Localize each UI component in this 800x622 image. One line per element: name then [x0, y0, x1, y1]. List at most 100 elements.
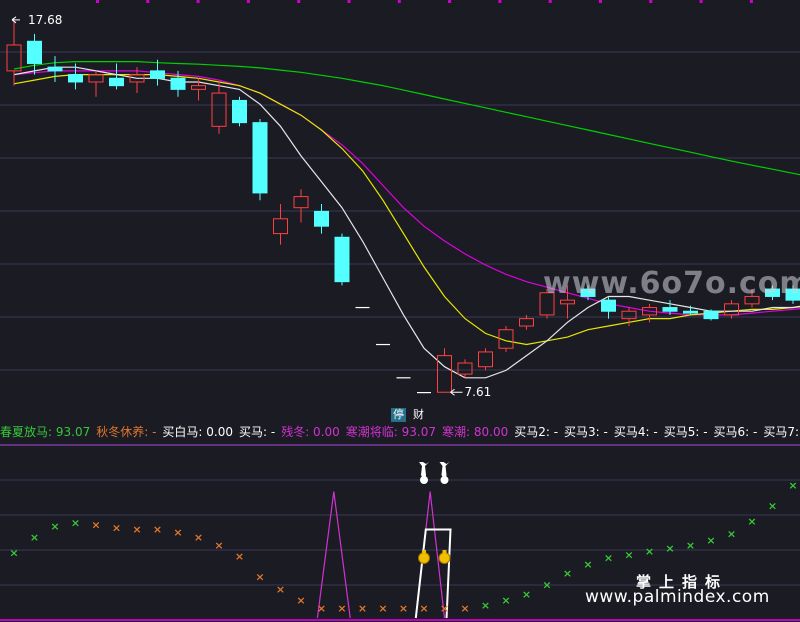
- x-marker: ×: [91, 518, 100, 531]
- x-marker: ×: [30, 531, 39, 544]
- candle-body: [211, 92, 227, 127]
- candle-body: [478, 351, 493, 368]
- candle-body: [232, 99, 247, 124]
- candle-body: [457, 362, 473, 375]
- candle: [724, 300, 739, 319]
- ma-yellow-line: [13, 73, 800, 346]
- candle-body: [703, 310, 719, 320]
- legend-item: 买马7: -: [763, 425, 800, 439]
- low-price-label: 7.61: [465, 385, 492, 399]
- x-marker: ×: [153, 523, 162, 536]
- candle-body: [683, 310, 698, 314]
- legend-item: 买白马: 0.00: [162, 425, 233, 439]
- x-marker: ×: [317, 602, 326, 615]
- candle-body: [334, 236, 350, 283]
- candle: [27, 33, 42, 75]
- x-marker: ×: [9, 547, 18, 560]
- x-marker: ×: [296, 594, 305, 607]
- x-marker: ×: [112, 521, 121, 534]
- x-marker: ×: [747, 515, 756, 528]
- marker-dot: [749, 0, 753, 3]
- top-magenta-dots: [96, 0, 753, 3]
- x-marker: ×: [71, 517, 80, 530]
- x-marker: ×: [481, 599, 490, 612]
- chart-canvas: 17.68 7.61 × × × × × × × × × × × × × × × × × × × × × × × × × × × × × ×…: [0, 0, 800, 621]
- legend-item: 残冬: 0.00: [281, 425, 340, 439]
- marker-dot: [397, 0, 401, 3]
- high-price-label: 17.68: [28, 13, 62, 27]
- low-arrow: [450, 388, 463, 396]
- marker-dot: [498, 0, 502, 3]
- candle-body: [293, 196, 309, 209]
- candle-body: [68, 74, 83, 83]
- candle: [293, 189, 309, 223]
- x-marker: ×: [788, 479, 797, 492]
- marker-dot: [448, 0, 452, 3]
- legend-item: 寒潮将临: 93.07: [345, 425, 436, 439]
- candle-body: [47, 66, 63, 72]
- candle-body: [88, 74, 104, 83]
- x-marker: ×: [235, 550, 244, 563]
- candle: [314, 204, 329, 234]
- marker-dot: [649, 0, 653, 3]
- cai-tag: 财: [413, 408, 424, 421]
- x-marker: ×: [522, 588, 531, 601]
- candle-body: [27, 40, 42, 64]
- candle: [109, 63, 124, 90]
- marker-dot: [96, 0, 99, 3]
- x-marker: ×: [645, 545, 654, 558]
- candle-body: [191, 85, 206, 90]
- candle: [150, 59, 165, 86]
- candle-body: [601, 299, 616, 312]
- candle-body: [621, 310, 637, 320]
- x-marker: ×: [399, 602, 408, 615]
- bag-neck: [442, 550, 447, 553]
- legend-item: 买马5: -: [663, 425, 708, 439]
- candle-body: [6, 44, 22, 72]
- x-marker: ×: [583, 558, 592, 571]
- x-marker: ×: [337, 602, 346, 615]
- candle-body: [150, 70, 165, 79]
- ma-white-line: [13, 66, 800, 379]
- marker-dot: [599, 0, 602, 3]
- legend-item: 秋冬休养: -: [96, 425, 157, 439]
- candle-body: [519, 318, 534, 327]
- palm-watermark-url: www.palmindex.com: [585, 587, 770, 607]
- x-marker: ×: [501, 594, 510, 607]
- grid-lines: [0, 51, 800, 586]
- candle-body: [724, 303, 739, 316]
- x-marker: ×: [624, 548, 633, 561]
- indicator-legend: 春夏放马: 93.07 秋冬休养: - 买白马: 0.00 买马: - 残冬: 0.00…: [0, 423, 800, 441]
- marker-dot: [146, 0, 150, 3]
- x-marker: ×: [706, 534, 715, 547]
- x-marker: ×: [276, 583, 285, 596]
- site-watermark: www.6o7o.com: [543, 266, 800, 301]
- marker-dot: [196, 0, 200, 3]
- indicator-peak: [316, 491, 351, 619]
- x-marker: ×: [419, 602, 428, 615]
- bag-neck: [422, 550, 426, 553]
- marker-dot: [297, 0, 301, 3]
- x-marker: ×: [194, 531, 203, 544]
- x-marker: ×: [173, 526, 182, 539]
- candle-body: [273, 218, 288, 235]
- x-marker: ×: [686, 539, 695, 552]
- candle: [88, 70, 104, 97]
- legend-item: 买马: -: [239, 425, 276, 439]
- stop-tag: 停: [391, 408, 406, 422]
- candle-body: [109, 77, 124, 87]
- candle: [232, 96, 247, 127]
- high-arrow: [11, 16, 20, 24]
- legend-item: 寒潮: 80.00: [442, 425, 509, 439]
- legend-item: 买马2: -: [514, 425, 559, 439]
- legend-item: 春夏放马: 93.07: [0, 425, 91, 439]
- candle-body: [662, 307, 678, 312]
- ma-green-line: [13, 60, 800, 176]
- x-marker: ×: [727, 528, 736, 541]
- x-marker: ×: [542, 578, 551, 591]
- x-marker: ×: [768, 499, 777, 512]
- bag-body: [418, 552, 430, 564]
- candle-body: [252, 122, 268, 194]
- legend-item: 买马6: -: [713, 425, 758, 439]
- horse-muzzle: [440, 476, 449, 484]
